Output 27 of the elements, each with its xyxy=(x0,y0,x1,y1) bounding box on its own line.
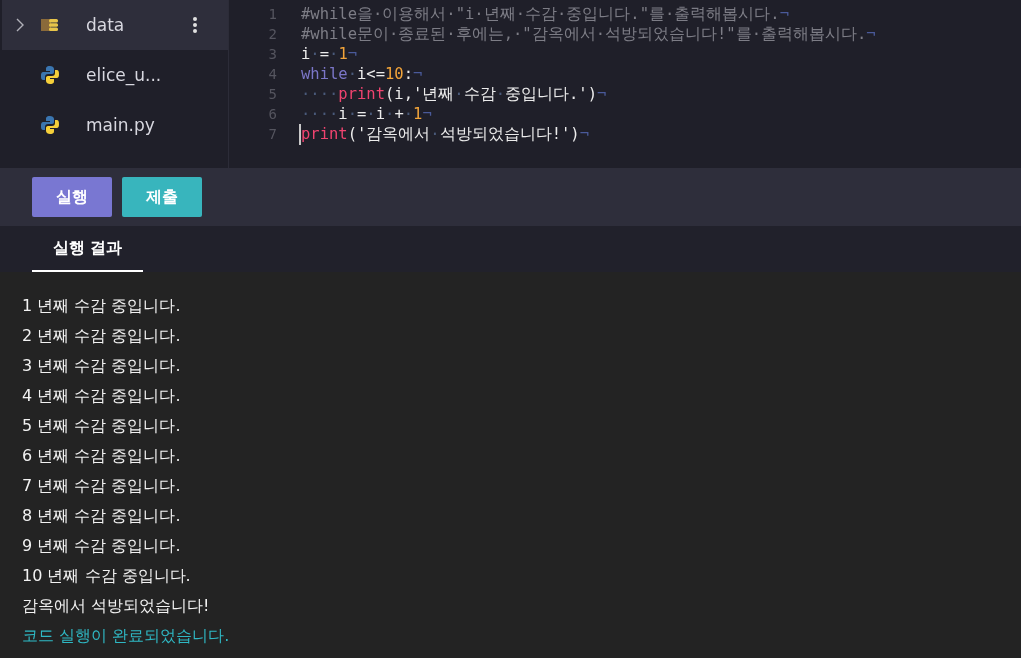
file-item[interactable]: main.py xyxy=(2,100,228,150)
code-line: #while을·이용해서·"i·년째·수감·중입니다."를·출력해봅시다.¬ xyxy=(300,3,789,25)
output-line: 7 년째 수감 중입니다. xyxy=(22,476,182,497)
code-line: i·=·1¬ xyxy=(300,45,358,63)
code-line: while·i<=10:¬ xyxy=(300,65,423,83)
output-line: 9 년째 수감 중입니다. xyxy=(22,536,182,557)
python-icon xyxy=(40,65,60,85)
output-line: 10 년째 수감 중입니다. xyxy=(22,566,192,587)
run-button[interactable]: 실행 xyxy=(32,177,112,217)
output-line: 4 년째 수감 중입니다. xyxy=(22,386,182,407)
more-icon[interactable] xyxy=(192,16,198,34)
output-line: 2 년째 수감 중입니다. xyxy=(22,326,182,347)
output-line: 감옥에서 석방되었습니다! xyxy=(22,596,211,617)
output-line: 1 년째 수감 중입니다. xyxy=(22,296,182,317)
python-icon xyxy=(40,115,60,135)
code-line: print('감옥에서·석방되었습니다!')¬ xyxy=(299,123,590,145)
output-line: 3 년째 수감 중입니다. xyxy=(22,356,182,377)
file-item[interactable]: elice_u... xyxy=(2,50,228,100)
code-line: #while문이·종료된·후에는,·"감옥에서·석방되었습니다!"를·출력해봅시다.¬ xyxy=(300,23,876,45)
output-line: 6 년째 수감 중입니다. xyxy=(22,446,182,467)
file-item[interactable]: data xyxy=(2,0,228,50)
status-message: 코드 실행이 완료되었습니다. xyxy=(22,626,231,647)
code-line: ····i·=·i·+·1¬ xyxy=(300,105,432,123)
chevron-icon[interactable] xyxy=(14,18,26,32)
output-line: 8 년째 수감 중입니다. xyxy=(22,506,182,527)
code-line: ····print(i,'년째·수감·중입니다.')¬ xyxy=(300,83,607,105)
output-line: 5 년째 수감 중입니다. xyxy=(22,416,182,437)
